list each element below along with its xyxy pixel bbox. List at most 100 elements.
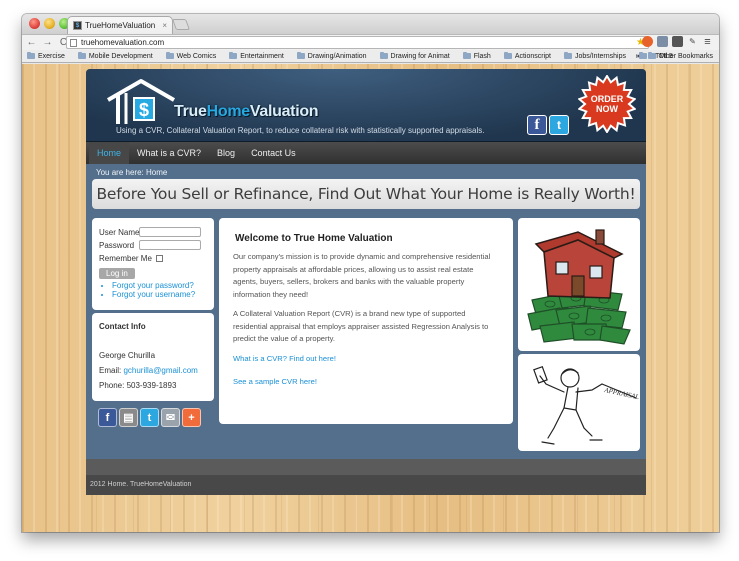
extension-icons: ✎ ≡ [642,36,713,48]
headline-banner: Before You Sell or Refinance, Find Out W… [92,179,640,209]
browser-tab[interactable]: $ TrueHomeValuation × [67,16,173,34]
site-header: $ TrueHomeValuation Using a CVR, Collate… [86,69,646,142]
password-label: Password [99,240,135,250]
bookmark-folder[interactable]: Mobile Development [77,52,153,60]
bookmark-folder[interactable]: Drawing/Animation [296,52,367,60]
back-button[interactable]: ← [25,36,38,49]
footer-copyright: 2012 Home. TrueHomeValuation [90,481,192,488]
share-twitter-icon[interactable]: t [140,408,159,427]
bookmark-label: Actionscript [514,52,551,60]
extension-display-icon[interactable] [672,36,683,47]
menu-icon[interactable]: ≡ [702,36,713,48]
bookmark-folder[interactable]: Drawing for Animat [379,52,450,60]
sample-cvr-link[interactable]: See a sample CVR here! [233,376,499,389]
remember-me-label: Remember Me [99,253,152,263]
site-logo-text[interactable]: TrueHomeValuation [174,103,319,121]
page-viewport: $ TrueHomeValuation Using a CVR, Collate… [22,64,719,532]
folder-icon [564,52,572,59]
nav-blog[interactable]: Blog [209,142,243,164]
what-is-cvr-link[interactable]: What is a CVR? Find out here! [233,353,499,366]
site-tagline: Using a CVR, Collateral Valuation Report… [116,126,485,135]
eyedropper-icon[interactable]: ✎ [687,36,698,47]
folder-icon [27,52,35,59]
folder-icon [229,52,238,59]
password-input[interactable] [139,240,201,250]
appraiser-cartoon-icon: APPRAISAL CVR [533,365,646,445]
bookmark-label: Web Comics [176,52,217,60]
folder-icon [462,52,471,59]
other-bookmarks[interactable]: » Other Bookmarks [636,52,713,60]
share-print-icon[interactable]: ▤ [119,408,138,427]
logo-word-valuation: Valuation [249,103,319,120]
bookmark-label: Jobs/Internships [575,52,626,60]
folder-icon [503,52,512,59]
facebook-icon[interactable]: f [527,115,547,135]
appraisal-sign-text: APPRAISAL CVR [603,386,640,405]
bookmark-folder[interactable]: Entertainment [229,52,284,60]
contact-panel: Contact Info George Churilla Email: gchu… [92,313,214,401]
share-more-icon[interactable]: + [182,408,201,427]
share-facebook-icon[interactable]: f [98,408,117,427]
house-money-illustration [518,218,640,351]
folder-icon [379,52,388,59]
more-bookmarks-chevron-icon[interactable]: » [636,53,640,60]
bookmark-label: Entertainment [240,52,284,60]
extension-person-icon[interactable] [657,36,668,47]
badge-line-1: ORDER [591,94,624,104]
welcome-title: Welcome to True Home Valuation [235,233,393,244]
folder-icon [296,52,305,59]
site-footer: 2012 Home. TrueHomeValuation [86,459,646,495]
username-input[interactable] [139,227,201,237]
twitter-icon[interactable]: t [549,115,569,135]
forward-button[interactable]: → [41,36,54,49]
remember-me-checkbox[interactable] [155,254,163,262]
share-buttons: f ▤ t ✉ + [98,408,201,427]
share-email-icon[interactable]: ✉ [161,408,180,427]
footer-bar: 2012 Home. TrueHomeValuation [86,475,646,495]
folder-icon [647,52,656,59]
login-button[interactable]: Log in [99,268,135,279]
contact-email-link[interactable]: gchurilla@gmail.com [123,366,197,375]
other-bookmarks-label: Other Bookmarks [658,52,713,60]
website: $ TrueHomeValuation Using a CVR, Collate… [86,69,646,495]
bookmark-folder[interactable]: Exercise [27,52,65,60]
forgot-password-link[interactable]: Forgot your password? [112,281,207,290]
contact-title: Contact Info [99,322,146,331]
close-window-button[interactable] [29,18,40,29]
appraiser-illustration: APPRAISAL CVR [518,354,646,451]
tab-title: TrueHomeValuation [85,21,156,30]
folder-icon [77,52,86,59]
bookmark-label: Flash [473,52,491,60]
logo-word-home: Home [206,103,251,120]
email-label: Email: [99,366,124,375]
bookmark-folder[interactable]: Web Comics [165,52,217,60]
login-links: Forgot your password? Forgot your userna… [99,281,207,299]
tab-close-icon[interactable]: × [162,21,167,30]
forgot-username-link[interactable]: Forgot your username? [112,290,207,299]
main-nav: Home What is a CVR? Blog Contact Us [86,142,646,164]
minimize-window-button[interactable] [44,18,55,29]
mission-paragraph: Our company's mission is to provide dyna… [233,252,491,299]
site-favicon-icon: $ [73,21,82,30]
folder-icon [165,52,174,59]
contact-name: George Churilla [99,351,156,360]
address-bar[interactable]: truehomevaluation.com ★ [66,36,649,49]
contact-phone: Phone: 503-939-1893 [99,381,177,390]
nav-what-is-cvr[interactable]: What is a CVR? [129,142,209,164]
browser-window: $ TrueHomeValuation × ← → C truehomevalu… [22,14,719,532]
breadcrumb: You are here: Home [96,168,168,177]
bookmark-label: Exercise [38,52,65,60]
extension-orange-icon[interactable] [642,36,653,47]
bookmark-folder[interactable]: Flash [462,52,491,60]
house-dollar-logo-icon[interactable]: $ [106,78,176,126]
new-tab-button[interactable] [171,19,191,30]
welcome-panel: Welcome to True Home Valuation Our compa… [219,218,513,424]
bookmark-folder[interactable]: Jobs/Internships [564,52,626,60]
nav-home[interactable]: Home [89,142,130,164]
bookmark-folder[interactable]: Actionscript [503,52,551,60]
page-icon [70,38,77,47]
title-bar: $ TrueHomeValuation × [22,14,719,34]
nav-contact-us[interactable]: Contact Us [243,142,304,164]
order-now-badge[interactable]: ORDER NOW [578,75,636,133]
bookmarks-bar: Exercise Mobile Development Web Comics Ente… [22,50,719,63]
